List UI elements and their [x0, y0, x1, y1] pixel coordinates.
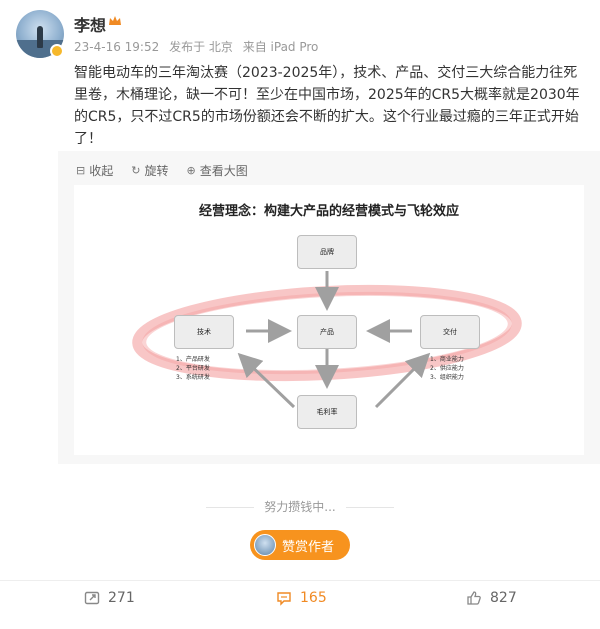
rotate-icon: ↻ [131, 163, 141, 177]
collapse-icon: ⊟ [76, 163, 86, 177]
node-tech: 技术 [174, 315, 234, 349]
delivery-list-item: 3、组织能力 [430, 374, 464, 381]
reward-status: 努力攒钱中... [0, 498, 600, 515]
view-large-button[interactable]: ⊕ 查看大图 [186, 162, 247, 178]
view-large-label: 查看大图 [199, 163, 248, 178]
tech-list-item: 2、平台研发 [176, 365, 210, 372]
post-source: 来自 iPad Pro [242, 40, 319, 54]
author-name[interactable]: 李想 [74, 12, 106, 36]
post-location: 发布于 北京 [169, 40, 233, 54]
node-product: 产品 [297, 315, 357, 349]
reward-author-button[interactable]: 赞赏作者 [250, 530, 350, 560]
collect-label: 收起 [89, 163, 114, 178]
divider-line [206, 507, 255, 508]
zoom-icon: ⊕ [186, 163, 196, 177]
divider-line [345, 507, 394, 508]
post-meta: 23-4-16 19:52 发布于 北京 来自 iPad Pro [74, 38, 324, 55]
tech-list-item: 1、产品研发 [176, 356, 210, 363]
like-button[interactable]: 827 [466, 590, 517, 606]
action-bar: 271 165 827 [0, 590, 600, 614]
comment-count: 165 [300, 590, 327, 606]
reward-status-text: 努力攒钱中... [264, 500, 336, 514]
delivery-list-item: 2、供应能力 [430, 365, 464, 372]
reward-avatar [254, 534, 276, 556]
tech-list: 1、产品研发 2、平台研发 3、系统研发 [176, 355, 210, 382]
node-margin: 毛利率 [297, 395, 357, 429]
delivery-list-item: 1、商业能力 [430, 356, 464, 363]
comment-button[interactable]: 165 [276, 590, 327, 606]
node-delivery: 交付 [420, 315, 480, 349]
post-time[interactable]: 23-4-16 19:52 [74, 40, 159, 54]
rotate-label: 旋转 [144, 163, 169, 178]
media-toolbar: ⊟ 收起 ↻ 旋转 ⊕ 查看大图 [76, 162, 248, 178]
arrow-margin-tech [237, 352, 296, 409]
repost-icon [84, 591, 100, 605]
post-text: 智能电动车的三年淘汰赛（2023-2025年），技术、产品、交付三大综合能力往死… [74, 65, 580, 147]
node-brand: 品牌 [297, 235, 357, 269]
verified-badge-icon [50, 44, 64, 58]
avatar-figure [37, 26, 43, 48]
repost-count: 271 [108, 590, 135, 606]
tech-list-item: 3、系统研发 [176, 374, 210, 381]
diagram-image[interactable]: 经营理念：构建大产品的经营模式与飞轮效应 品牌 技术 产品 交付 毛利率 1、产… [74, 185, 584, 455]
like-icon [467, 591, 481, 605]
reward-label: 赞赏作者 [282, 539, 335, 555]
vip-crown-icon [108, 14, 122, 28]
actions-divider [0, 580, 600, 581]
delivery-list: 1、商业能力 2、供应能力 3、组织能力 [430, 355, 464, 382]
collect-button[interactable]: ⊟ 收起 [76, 162, 113, 178]
comment-icon [277, 592, 291, 606]
rotate-button[interactable]: ↻ 旋转 [131, 162, 168, 178]
like-count: 827 [490, 590, 517, 606]
repost-button[interactable]: 271 [84, 590, 135, 606]
